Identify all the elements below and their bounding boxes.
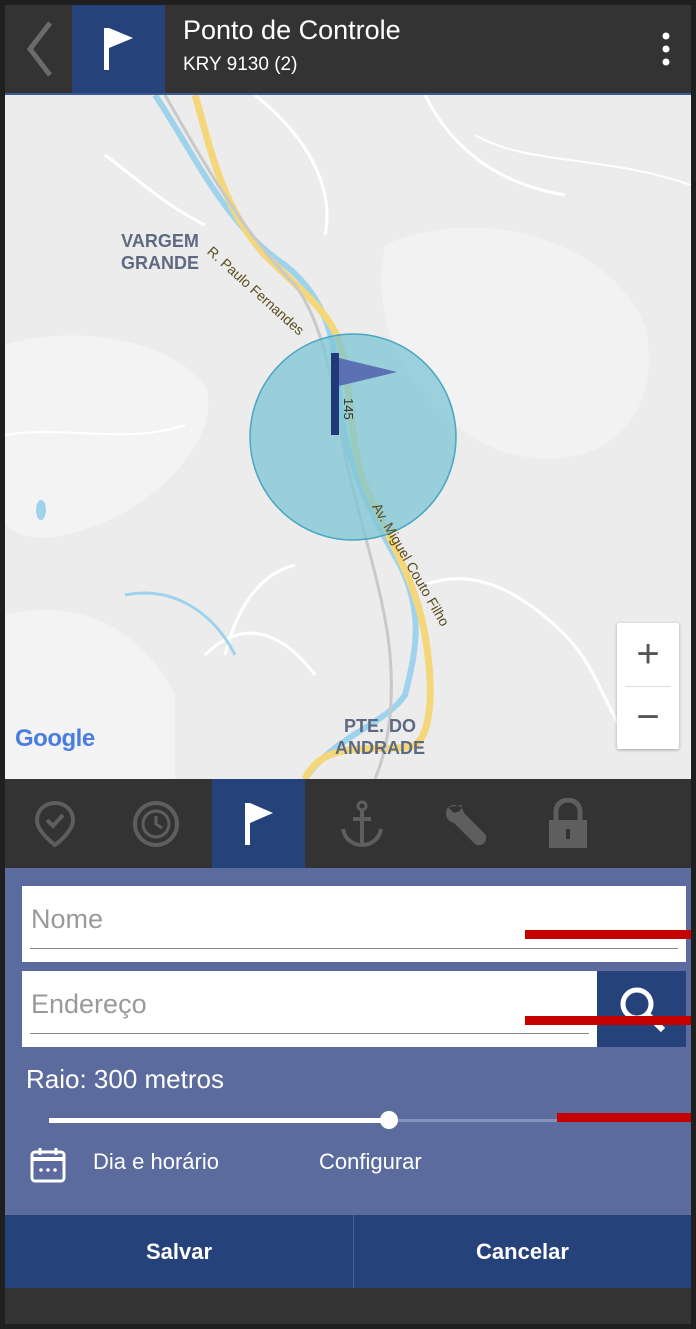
address-search-button[interactable] [597,971,686,1047]
flag-icon [103,28,133,70]
map-canvas [5,95,691,779]
map-label-pte: PTE. DO ANDRADE [335,715,425,759]
more-vert-icon [662,32,670,66]
header-flag-badge [72,5,165,93]
tab-bar [5,779,691,868]
cancel-button[interactable]: Cancelar [354,1215,691,1288]
location-pin-icon [34,800,75,847]
bottom-bar [5,1288,691,1324]
name-placeholder: Nome [31,904,104,934]
zoom-in-button[interactable]: + [617,623,679,686]
save-button[interactable]: Salvar [5,1215,353,1288]
radius-slider-thumb[interactable] [380,1111,399,1129]
annotation-mark-name [525,930,691,939]
flag-icon [244,802,273,845]
search-icon [620,987,665,1033]
annotation-mark-slider [557,1113,691,1122]
tab-tools[interactable] [418,779,511,868]
address-field[interactable]: Endereço [22,971,597,1047]
tab-history[interactable] [109,779,202,868]
app-frame: Ponto de Controle KRY 9130 (2) VARGEM GR… [5,5,691,1324]
back-button[interactable] [5,5,72,93]
vehicle-subtitle: KRY 9130 (2) [183,54,298,75]
tab-geofence[interactable] [212,779,305,868]
history-icon [132,800,179,847]
address-placeholder: Endereço [31,989,147,1019]
map-label-vargem: VARGEM GRANDE [121,230,199,274]
action-bar: Salvar Cancelar [5,1215,691,1288]
geofence-form: Nome Endereço Raio: 300 metros Dia e hor… [5,868,691,1215]
map-view[interactable]: VARGEM GRANDE PTE. DO ANDRADE R. Paulo F… [5,95,691,779]
tab-anchor[interactable] [315,779,408,868]
annotation-mark-address [525,1016,691,1025]
tab-location[interactable] [8,779,101,868]
anchor-icon [340,800,383,847]
page-title: Ponto de Controle [183,15,401,45]
name-underline [30,948,678,949]
chevron-left-icon [26,21,52,77]
zoom-controls: + − [617,623,679,749]
overflow-menu-button[interactable] [641,5,691,93]
calendar-icon [30,1148,66,1183]
tab-lock[interactable] [521,779,614,868]
configure-schedule-link[interactable]: Configurar [319,1149,422,1175]
app-header: Ponto de Controle KRY 9130 (2) [5,5,691,95]
zoom-out-button[interactable]: − [617,686,679,749]
radius-slider-fill [49,1118,390,1123]
address-underline [30,1033,589,1034]
google-attribution: Google [15,725,95,752]
name-field[interactable]: Nome [22,886,686,962]
wrench-icon [445,804,486,845]
zoom-divider [625,686,671,687]
route-number-label: 145 [341,398,356,420]
map-label-pte-text: PTE. DO ANDRADE [335,716,425,758]
lock-icon [548,797,587,848]
radius-label: Raio: 300 metros [26,1064,224,1094]
schedule-label: Dia e horário [93,1149,219,1174]
map-label-vargem-text: VARGEM GRANDE [121,231,200,273]
